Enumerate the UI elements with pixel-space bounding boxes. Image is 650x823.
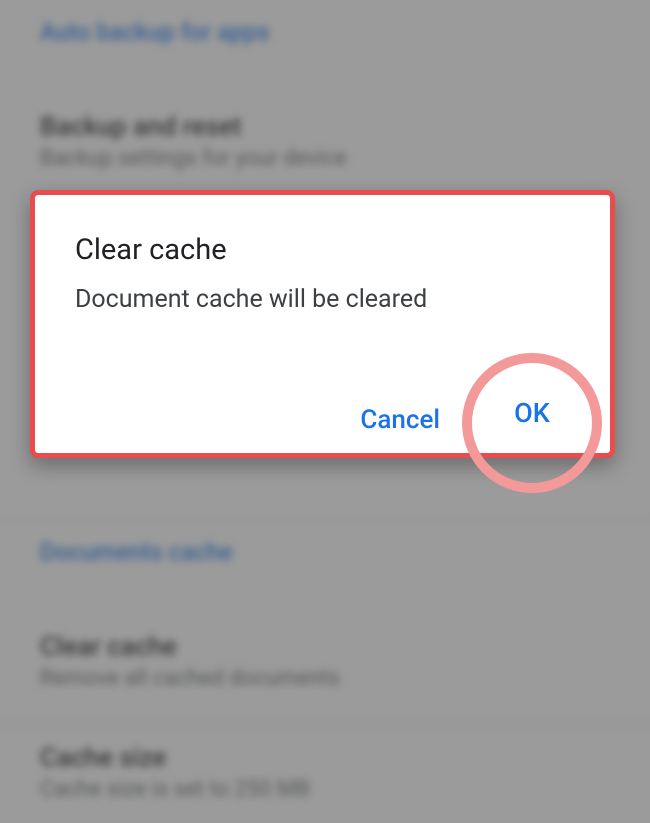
ok-highlight-circle: OK (462, 353, 602, 493)
dialog-title: Clear cache (75, 233, 570, 267)
ok-button[interactable]: OK (514, 397, 550, 429)
clear-cache-dialog: Clear cache Document cache will be clear… (30, 190, 615, 458)
cancel-button[interactable]: Cancel (360, 405, 440, 435)
dialog-message: Document cache will be cleared (75, 285, 570, 314)
